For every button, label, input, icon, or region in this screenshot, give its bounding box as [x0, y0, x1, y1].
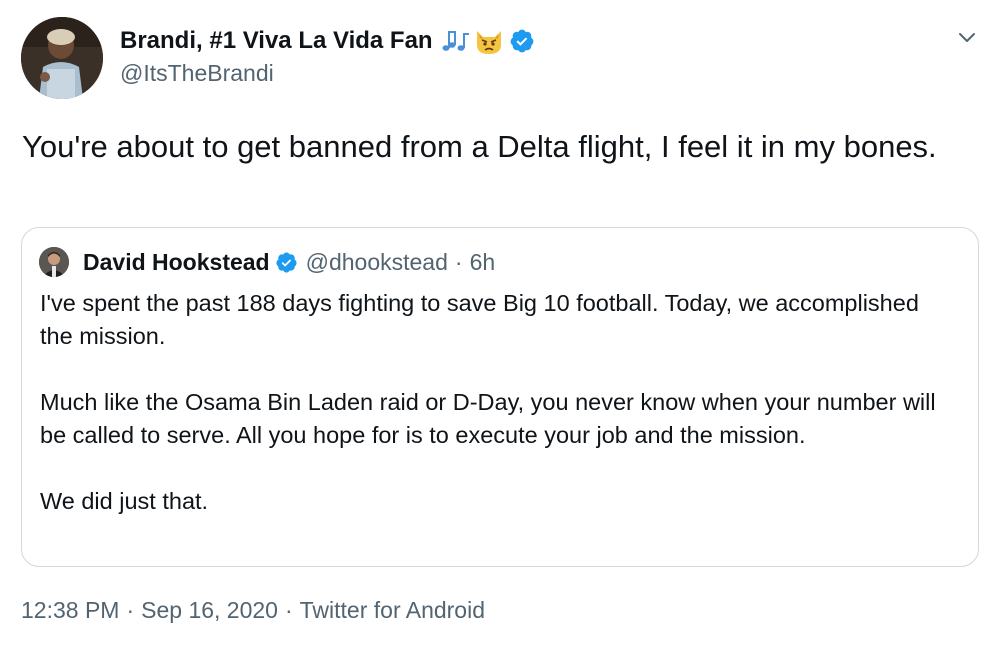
- quoted-author-avatar-image: [39, 247, 69, 277]
- author-display-name[interactable]: Brandi, #1 Viva La Vida Fan: [120, 27, 433, 55]
- author-name-row: Brandi, #1 Viva La Vida Fan: [120, 24, 535, 58]
- quoted-author-avatar[interactable]: [39, 247, 69, 277]
- author-avatar-image: [21, 17, 103, 99]
- quoted-tweet-body: I've spent the past 188 days fighting to…: [40, 287, 955, 518]
- quoted-verified-badge-icon: [275, 251, 298, 274]
- quoted-paragraph: I've spent the past 188 days fighting to…: [40, 290, 919, 349]
- tweet-source[interactable]: Twitter for Android: [300, 597, 485, 623]
- tweet-date[interactable]: Sep 16, 2020: [141, 597, 278, 623]
- tweet-time[interactable]: 12:38 PM: [21, 597, 119, 623]
- verified-badge-icon: [509, 28, 535, 54]
- author-avatar[interactable]: [21, 17, 103, 99]
- meta-separator: ·: [126, 597, 135, 623]
- quoted-timestamp[interactable]: 6h: [470, 249, 496, 276]
- quoted-tweet-card[interactable]: David Hookstead @dhookstead · 6h I've sp…: [21, 227, 979, 567]
- meta-separator: ·: [284, 597, 293, 623]
- tweet-metadata: 12:38 PM · Sep 16, 2020 · Twitter for Androi…: [21, 597, 485, 624]
- quoted-tweet-header: David Hookstead @dhookstead · 6h: [83, 245, 495, 279]
- tweet-text: You're about to get banned from a Delta …: [22, 129, 937, 164]
- quoted-author-handle[interactable]: @dhookstead: [306, 249, 448, 276]
- author-handle[interactable]: @ItsTheBrandi: [120, 60, 274, 87]
- quoted-paragraph: Much like the Osama Bin Laden raid or D-…: [40, 389, 936, 448]
- quoted-paragraph: We did just that.: [40, 488, 209, 514]
- more-options-chevron-down-icon[interactable]: [956, 26, 978, 48]
- music-notes-icon: [441, 28, 471, 54]
- quoted-author-name[interactable]: David Hookstead: [83, 249, 270, 276]
- pouting-cat-icon: [474, 27, 504, 55]
- quoted-separator: ·: [454, 248, 463, 275]
